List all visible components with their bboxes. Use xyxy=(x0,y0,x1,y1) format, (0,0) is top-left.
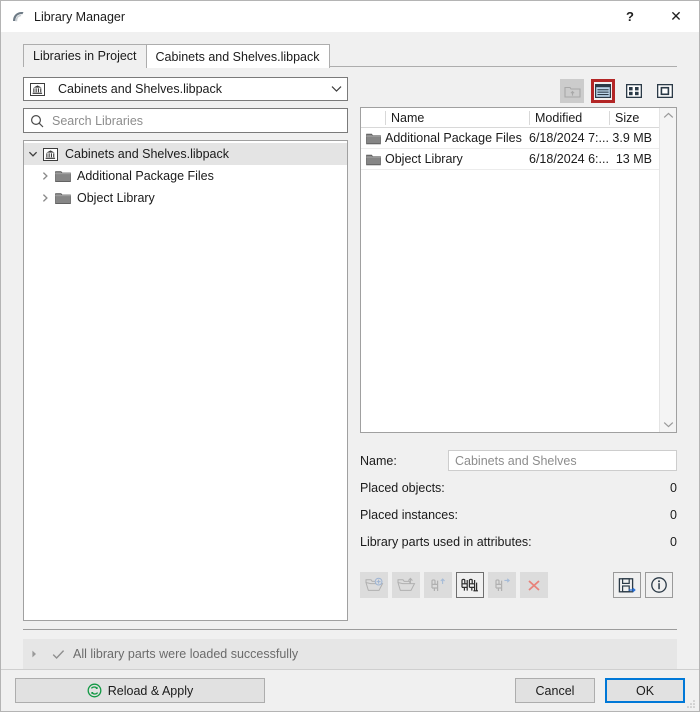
folder-icon xyxy=(361,153,385,166)
dialog-footer: Reload & Apply Cancel OK xyxy=(1,669,699,711)
file-modified: 6/18/2024 7:... xyxy=(529,131,609,145)
go-up-folder-button[interactable] xyxy=(560,79,584,103)
grid-view-button[interactable] xyxy=(622,79,646,103)
refresh-icon xyxy=(87,683,102,698)
file-name: Object Library xyxy=(385,152,463,166)
info-row-placed-objects: Placed objects: 0 xyxy=(360,474,677,501)
column-header-size[interactable]: Size xyxy=(609,110,659,125)
libpack-icon xyxy=(42,147,59,162)
info-row-placed-instances: Placed instances: 0 xyxy=(360,501,677,528)
placed-objects-value: 0 xyxy=(670,480,677,495)
parts-in-attributes-label: Library parts used in attributes: xyxy=(360,534,532,549)
placed-objects-label: Placed objects: xyxy=(360,480,445,495)
reload-and-apply-button[interactable]: Reload & Apply xyxy=(15,678,265,703)
folder-icon xyxy=(54,169,71,183)
tab-label: Cabinets and Shelves.libpack xyxy=(155,49,320,64)
folder-icon xyxy=(54,191,71,205)
libpack-select[interactable]: Cabinets and Shelves.libpack xyxy=(23,77,348,101)
page-title: Library Manager xyxy=(34,9,126,24)
tab-cabinets-and-shelves-libpack[interactable]: Cabinets and Shelves.libpack xyxy=(145,44,330,68)
tree-item-label: Additional Package Files xyxy=(77,169,214,183)
folder-icon xyxy=(361,132,385,145)
table-row[interactable]: Object Library 6/18/2024 6:... 13 MB xyxy=(361,149,659,170)
tree-item-object-library[interactable]: Object Library xyxy=(24,187,347,209)
file-name: Additional Package Files xyxy=(385,131,522,145)
library-tree[interactable]: Cabinets and Shelves.libpack Additional … xyxy=(23,140,348,621)
action-toolbar xyxy=(360,555,677,599)
placed-instances-label: Placed instances: xyxy=(360,507,458,522)
list-view-button[interactable] xyxy=(591,79,615,103)
name-field[interactable]: Cabinets and Shelves xyxy=(448,450,677,471)
horizontal-separator xyxy=(23,629,677,630)
search-input[interactable] xyxy=(50,112,341,129)
column-header-name[interactable]: Name xyxy=(385,110,529,125)
file-list-scrollbar[interactable] xyxy=(659,108,676,432)
check-icon xyxy=(52,649,65,660)
parts-in-attributes-value: 0 xyxy=(670,534,677,549)
chevron-right-icon[interactable] xyxy=(36,171,54,181)
chevron-down-icon xyxy=(325,85,347,93)
file-list[interactable]: Name Modified Size Additional Package Fi… xyxy=(360,107,677,433)
title-bar: Library Manager ? ✕ xyxy=(1,1,699,32)
file-size: 13 MB xyxy=(615,152,652,166)
name-label: Name: xyxy=(360,453,397,468)
large-icon-view-button[interactable] xyxy=(653,79,677,103)
move-object-button[interactable] xyxy=(488,572,516,598)
reload-and-apply-label: Reload & Apply xyxy=(107,683,194,698)
delete-object-button[interactable] xyxy=(520,572,548,598)
view-mode-toolbar xyxy=(360,77,677,105)
file-list-main: Name Modified Size Additional Package Fi… xyxy=(361,108,659,432)
info-row-name: Name: Cabinets and Shelves xyxy=(360,447,677,474)
libpack-icon xyxy=(29,82,46,97)
chevron-right-icon[interactable] xyxy=(36,193,54,203)
tree-item-label: Cabinets and Shelves.libpack xyxy=(65,147,229,161)
table-row[interactable]: Additional Package Files 6/18/2024 7:...… xyxy=(361,128,659,149)
file-modified: 6/18/2024 6:... xyxy=(529,152,609,166)
export-library-button[interactable] xyxy=(392,572,420,598)
export-object-button[interactable] xyxy=(424,572,452,598)
resize-grip[interactable] xyxy=(686,699,696,709)
search-icon xyxy=(30,114,44,128)
status-bar[interactable]: All library parts were loaded successful… xyxy=(23,639,677,669)
chevron-right-icon[interactable] xyxy=(31,649,38,659)
cancel-button[interactable]: Cancel xyxy=(515,678,595,703)
file-size: 3.9 MB xyxy=(612,131,652,145)
info-row-parts-in-attributes: Library parts used in attributes: 0 xyxy=(360,528,677,555)
placed-instances-value: 0 xyxy=(670,507,677,522)
info-panel: Name: Cabinets and Shelves Placed object… xyxy=(360,433,677,555)
search-libraries-field[interactable] xyxy=(23,108,348,133)
tab-strip: Libraries in Project Cabinets and Shelve… xyxy=(1,44,699,68)
close-button[interactable]: ✕ xyxy=(653,1,699,32)
window-controls: ? ✕ xyxy=(607,1,699,32)
left-panel: Cabinets and Shelves.libpack Search Libr… xyxy=(23,77,348,621)
tab-libraries-in-project[interactable]: Libraries in Project xyxy=(23,44,147,67)
library-manager-window: Library Manager ? ✕ Libraries in Project… xyxy=(0,0,700,712)
save-as-button[interactable] xyxy=(613,572,641,598)
right-panel: Name Modified Size Additional Package Fi… xyxy=(360,77,677,621)
status-message: All library parts were loaded successful… xyxy=(73,647,299,661)
add-library-button[interactable] xyxy=(360,572,388,598)
chevron-up-icon[interactable] xyxy=(663,112,674,119)
info-button[interactable] xyxy=(645,572,673,598)
help-button[interactable]: ? xyxy=(607,1,653,32)
chevron-down-icon[interactable] xyxy=(24,149,42,159)
dialog-body: Cabinets and Shelves.libpack Search Libr… xyxy=(1,67,699,621)
chevron-down-icon[interactable] xyxy=(663,421,674,428)
ok-button[interactable]: OK xyxy=(605,678,685,703)
panel-splitter[interactable] xyxy=(348,77,360,621)
column-header-modified[interactable]: Modified xyxy=(529,110,609,125)
arc-logo-icon xyxy=(10,8,28,26)
tree-item-additional-package-files[interactable]: Additional Package Files xyxy=(24,165,347,187)
tree-item-label: Object Library xyxy=(77,191,155,205)
tab-label: Libraries in Project xyxy=(33,49,137,63)
libpack-select-value: Cabinets and Shelves.libpack xyxy=(58,82,222,96)
tree-item-cabinets-and-shelves-libpack[interactable]: Cabinets and Shelves.libpack xyxy=(24,143,347,165)
file-list-header: Name Modified Size xyxy=(361,108,659,128)
duplicate-object-button[interactable] xyxy=(456,572,484,598)
